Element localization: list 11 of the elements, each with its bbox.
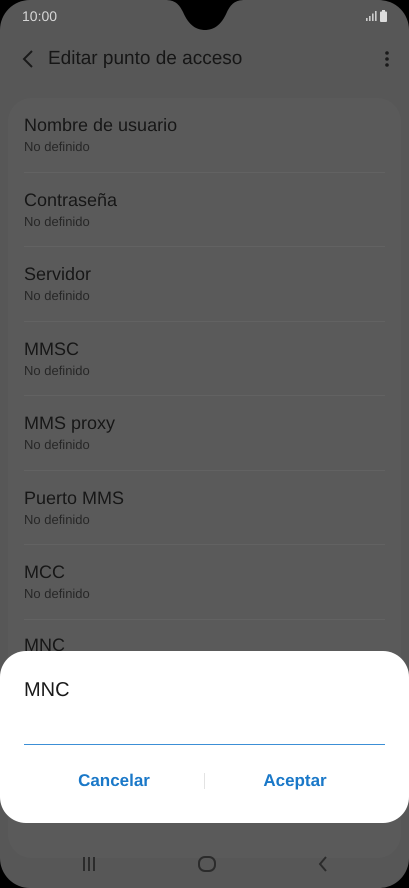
home-icon[interactable] — [198, 856, 216, 872]
page-title: Editar punto de acceso — [48, 48, 244, 70]
dialog-button[interactable]: Aceptar — [205, 763, 385, 799]
battery-icon — [380, 10, 387, 22]
dialog-button[interactable]: Cancelar — [24, 763, 204, 799]
back-icon[interactable] — [318, 856, 328, 872]
signal-icon — [366, 11, 377, 21]
more-options-button[interactable] — [383, 49, 391, 69]
status-time: 10:00 — [22, 8, 58, 24]
dialog-title: MNC — [24, 679, 71, 702]
recent-apps-icon[interactable] — [80, 856, 97, 872]
